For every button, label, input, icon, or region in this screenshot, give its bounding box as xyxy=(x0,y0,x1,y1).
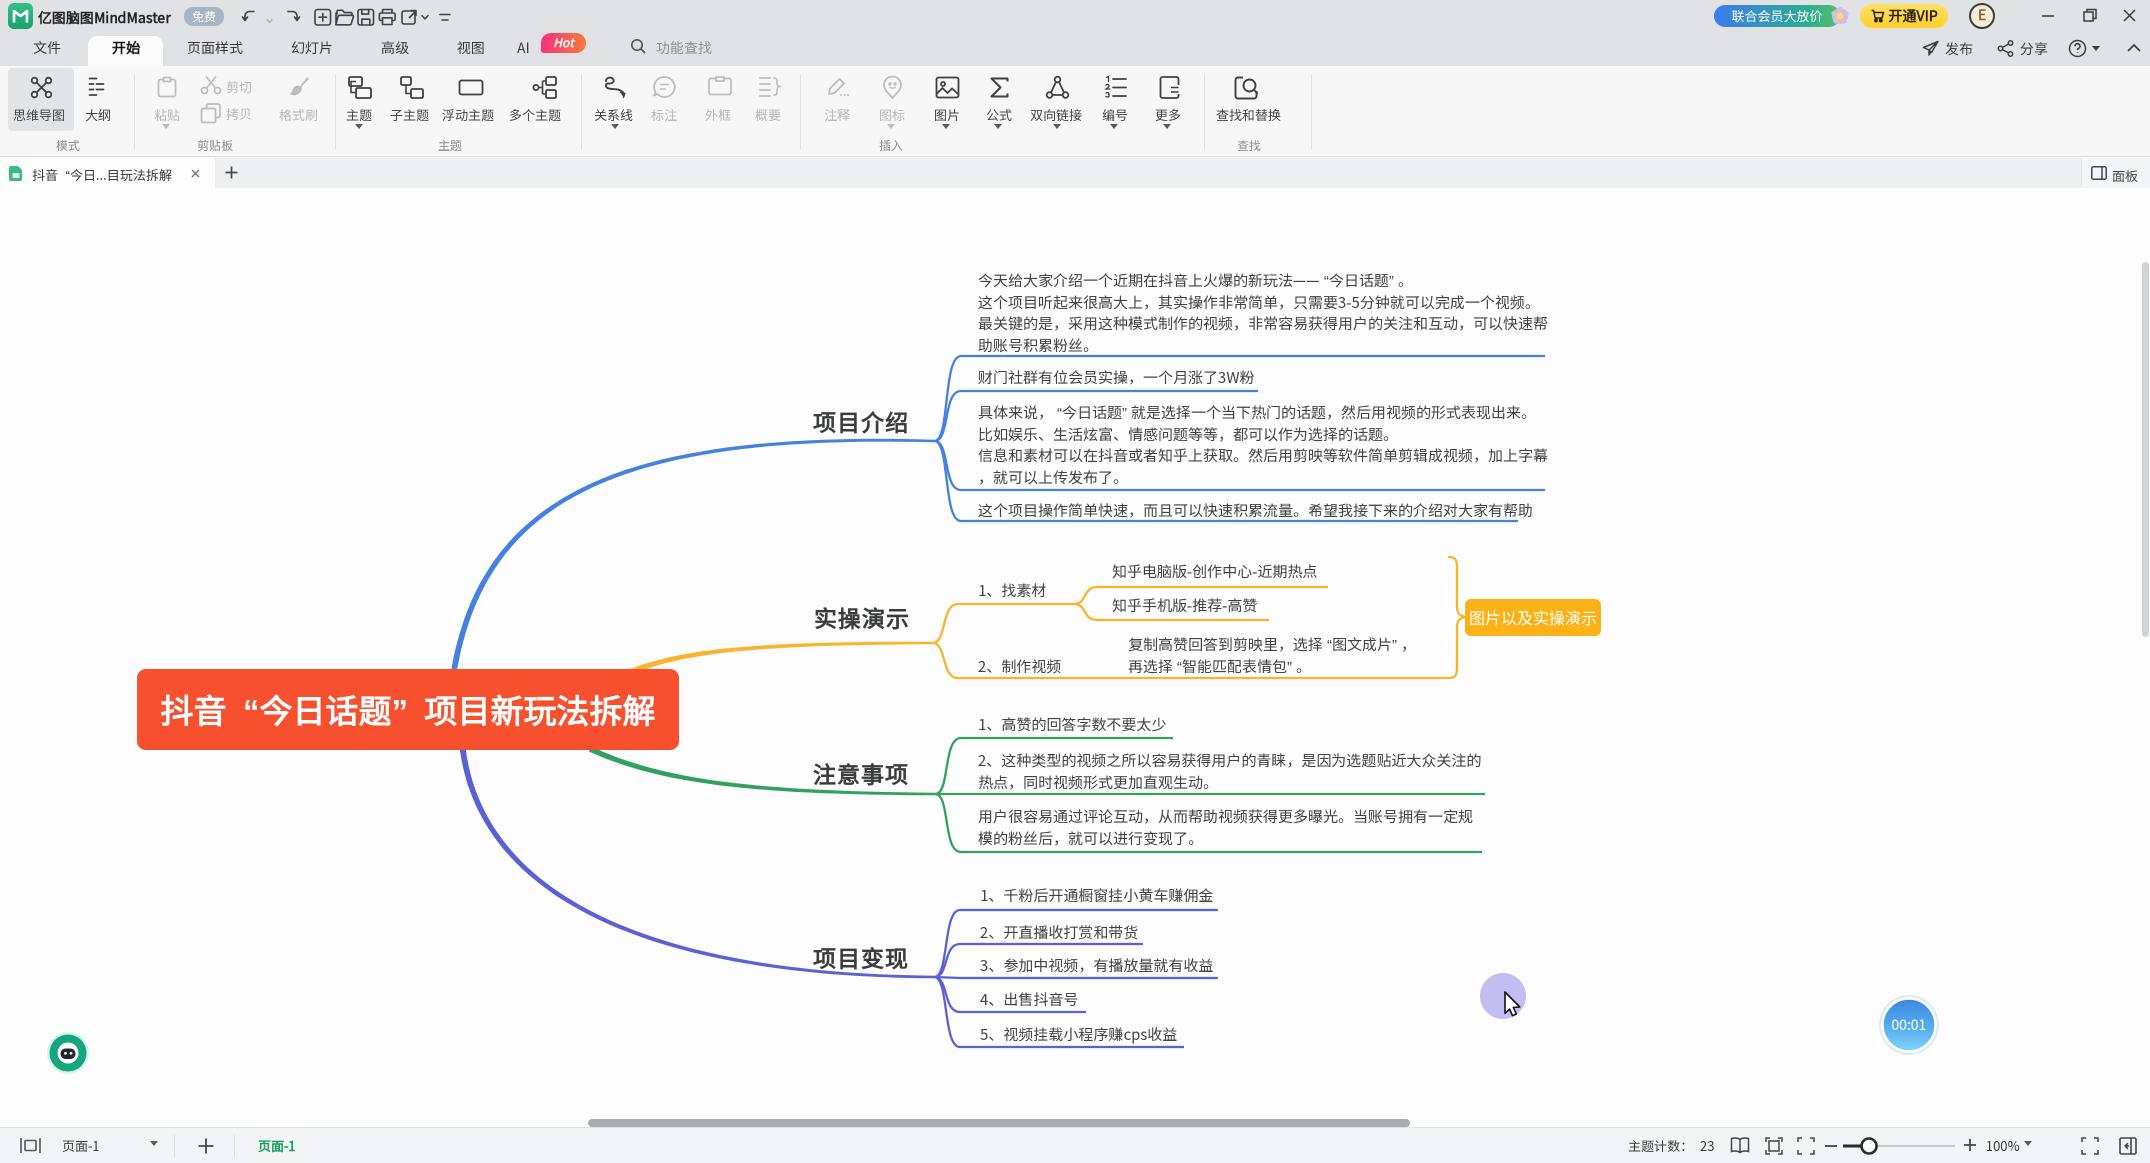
svg-text:00:01: 00:01 xyxy=(1892,1015,1927,1035)
